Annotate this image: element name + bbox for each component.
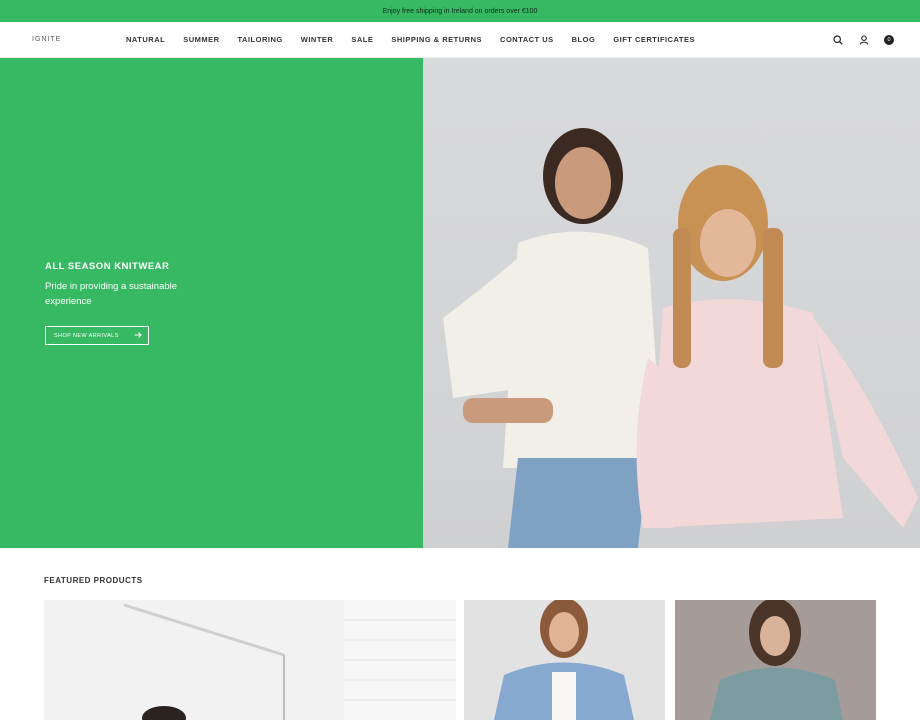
hero-image [423, 58, 920, 548]
arrow-right-icon [134, 331, 142, 341]
product-photo-2 [494, 600, 634, 720]
hero-title: ALL SEASON KNITWEAR [45, 261, 170, 272]
nav-item-gift-certificates[interactable]: GIFT CERTIFICATES [613, 35, 695, 44]
nav-item-tailoring[interactable]: TAILORING [238, 35, 283, 44]
nav-item-contact-us[interactable]: CONTACT US [500, 35, 554, 44]
account-icon[interactable] [858, 34, 870, 46]
site-header: IGNITE NATURAL SUMMER TAILORING WINTER S… [0, 22, 920, 58]
hero-subtitle: Pride in providing a sustainable experie… [45, 281, 178, 307]
announcement-bar: Enjoy free shipping in Ireland on orders… [0, 0, 920, 22]
product-card-image[interactable] [464, 600, 665, 720]
header-icons: 0 [832, 34, 894, 46]
nav-item-winter[interactable]: WINTER [301, 35, 334, 44]
main-nav: NATURAL SUMMER TAILORING WINTER SALE SHI… [126, 35, 713, 44]
search-icon[interactable] [832, 34, 844, 46]
hero-photo-models [443, 128, 918, 548]
shop-new-arrivals-button[interactable]: SHOP NEW ARRIVALS [45, 326, 149, 345]
nav-item-blog[interactable]: BLOG [572, 35, 596, 44]
site-logo[interactable]: IGNITE [32, 36, 61, 43]
nav-item-summer[interactable]: SUMMER [183, 35, 219, 44]
nav-item-sale[interactable]: SALE [351, 35, 373, 44]
product-card-image[interactable] [44, 600, 456, 720]
announcement-text: Enjoy free shipping in Ireland on orders… [382, 7, 538, 15]
product-card-image[interactable] [675, 600, 876, 720]
cart-icon[interactable]: 0 [884, 34, 894, 45]
shop-new-arrivals-label: SHOP NEW ARRIVALS [54, 332, 119, 339]
cart-count: 0 [887, 36, 891, 43]
product-photo-1 [44, 600, 456, 720]
nav-item-natural[interactable]: NATURAL [126, 35, 165, 44]
product-photo-3 [710, 600, 843, 720]
featured-products-title: FEATURED PRODUCTS [44, 576, 143, 585]
hero-banner: ALL SEASON KNITWEAR Pride in providing a… [0, 58, 920, 548]
hero-panel: ALL SEASON KNITWEAR Pride in providing a… [0, 58, 423, 548]
nav-item-shipping-returns[interactable]: SHIPPING & RETURNS [391, 35, 482, 44]
